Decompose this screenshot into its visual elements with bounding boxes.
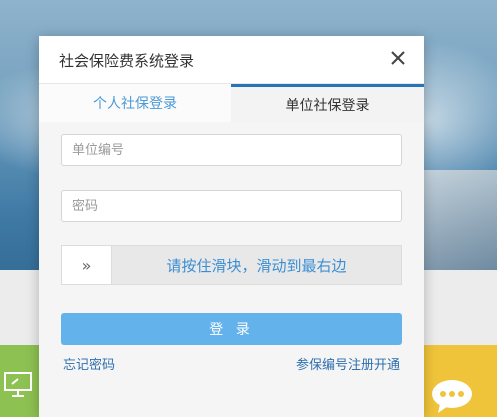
tab-personal-login[interactable]: 个人社保登录 (39, 84, 231, 122)
close-button[interactable] (386, 46, 410, 70)
unit-number-field[interactable] (61, 134, 402, 166)
tab-unit-login[interactable]: 单位社保登录 (231, 84, 424, 122)
chat-bubble-icon[interactable] (430, 378, 474, 417)
password-input[interactable] (62, 191, 401, 221)
dialog-title: 社会保险费系统登录 (59, 52, 195, 70)
slider-instruction: 请按住滑块，滑动到最右边 (166, 256, 347, 275)
login-tabs: 个人社保登录 单位社保登录 (39, 84, 424, 122)
forgot-password-link[interactable]: 忘记密码 (63, 354, 115, 373)
password-field[interactable] (61, 190, 402, 222)
unit-number-input[interactable] (62, 135, 401, 165)
double-chevron-right-icon: » (81, 255, 92, 275)
dialog-header: 社会保险费系统登录 (39, 36, 424, 84)
login-dialog: 社会保险费系统登录 个人社保登录 单位社保登录 » 请按住滑块，滑动到最右边 登… (39, 36, 424, 417)
slide-verification: » 请按住滑块，滑动到最右边 (61, 245, 402, 285)
monitor-icon (4, 372, 34, 402)
register-link[interactable]: 参保编号注册开通 (296, 354, 400, 373)
close-icon (391, 51, 405, 65)
login-button[interactable]: 登 录 (61, 313, 402, 345)
slider-handle[interactable]: » (62, 246, 112, 284)
